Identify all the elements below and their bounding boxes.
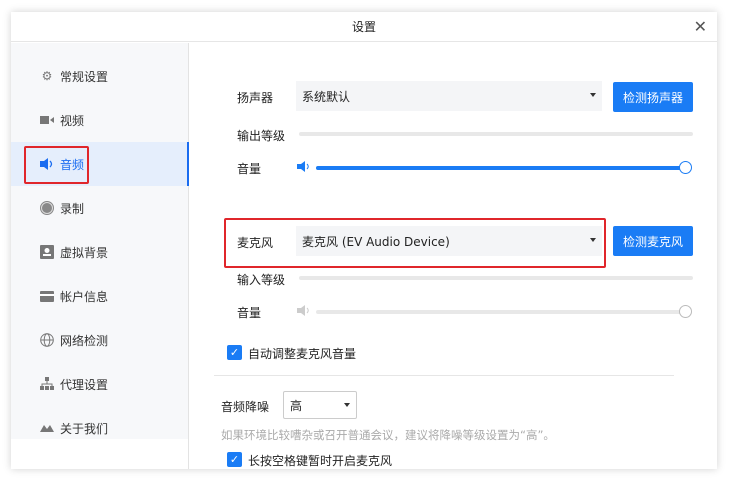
- mic-label: 麦克风: [237, 236, 274, 250]
- sidebar-item-label: 关于我们: [60, 421, 109, 436]
- speaker-label: 扬声器: [237, 91, 274, 105]
- noise-reduction-hint: 如果环境比较嘈杂或召开普通会议，建议将降噪等级设置为“高”。: [221, 428, 555, 442]
- noise-reduction-select[interactable]: 高: [283, 391, 357, 419]
- portrait-icon: [40, 245, 54, 259]
- card-icon: [40, 289, 54, 303]
- sidebar-item-account[interactable]: 帐户信息: [11, 274, 188, 318]
- gear-icon: ⚙: [41, 69, 53, 83]
- sidebar-item-virtual-background[interactable]: 虚拟背景: [11, 230, 188, 274]
- speaker-volume-icon: [297, 161, 311, 175]
- speaker-select-value: 系统默认: [302, 89, 351, 104]
- test-speaker-button[interactable]: 检测扬声器: [613, 82, 693, 112]
- mic-volume-label: 音量: [237, 306, 262, 320]
- sidebar-item-video[interactable]: 视频: [11, 98, 188, 142]
- sidebar-item-general[interactable]: ⚙ 常规设置: [11, 54, 188, 98]
- title-bar: 设置 ✕: [11, 12, 717, 42]
- speaker-volume-label: 音量: [237, 162, 262, 176]
- auto-adjust-checkbox[interactable]: ✓: [227, 345, 242, 360]
- mic-select-value: 麦克风 (EV Audio Device): [302, 234, 450, 249]
- chevron-down-icon: [344, 403, 350, 407]
- camera-icon: [40, 113, 54, 127]
- chevron-down-icon: [590, 93, 596, 97]
- audio-settings-panel: 扬声器 系统默认 检测扬声器 输出等级 音量 麦克风 麦克风 (EV Audio…: [190, 43, 717, 469]
- noise-reduction-value: 高: [290, 398, 303, 413]
- input-level-meter: [299, 276, 693, 280]
- push-to-talk-label: 长按空格键暂时开启麦克风: [248, 454, 393, 468]
- sidebar-item-audio[interactable]: 音频: [11, 142, 189, 186]
- output-level-label: 输出等级: [237, 129, 286, 143]
- speaker-volume-fill: [316, 166, 686, 170]
- speaker-volume-handle[interactable]: [679, 161, 692, 174]
- push-to-talk-checkbox[interactable]: ✓: [227, 452, 242, 467]
- sidebar-item-label: 代理设置: [60, 377, 109, 392]
- auto-adjust-label: 自动调整麦克风音量: [248, 347, 357, 361]
- sidebar-item-label: 视频: [60, 113, 85, 128]
- record-icon: [40, 201, 54, 215]
- mic-select[interactable]: 麦克风 (EV Audio Device): [296, 226, 602, 256]
- output-level-meter: [299, 132, 693, 136]
- sidebar-item-label: 网络检测: [60, 333, 109, 348]
- sidebar-item-label: 帐户信息: [60, 289, 109, 304]
- noise-reduction-label: 音频降噪: [221, 400, 270, 414]
- highlight-box: [24, 146, 89, 184]
- mic-volume-icon: [297, 305, 311, 319]
- sidebar: ⚙ 常规设置 视频 音频 录制 虚拟背景 帐户信息 网络检测 代理设置 关于我们: [11, 43, 189, 439]
- sidebar-item-label: 虚拟背景: [60, 245, 109, 260]
- network-icon: [40, 377, 54, 391]
- mic-volume-handle[interactable]: [679, 305, 692, 318]
- divider: [214, 375, 674, 376]
- window-title: 设置: [351, 20, 376, 34]
- chevron-down-icon: [590, 238, 596, 242]
- speaker-volume-slider[interactable]: [316, 161, 692, 174]
- sidebar-item-proxy[interactable]: 代理设置: [11, 362, 188, 406]
- sidebar-item-label: 录制: [60, 201, 85, 216]
- sidebar-item-label: 常规设置: [60, 69, 109, 84]
- close-icon[interactable]: ✕: [694, 12, 707, 42]
- logo-icon: [40, 421, 54, 435]
- settings-window: 设置 ✕ ⚙ 常规设置 视频 音频 录制 虚拟背景 帐户信息 网络检测 代理设置 …: [11, 12, 717, 469]
- sidebar-footer: [11, 439, 189, 469]
- sidebar-item-network[interactable]: 网络检测: [11, 318, 188, 362]
- speaker-select[interactable]: 系统默认: [296, 81, 602, 111]
- test-mic-button[interactable]: 检测麦克风: [613, 226, 693, 256]
- mic-volume-slider[interactable]: [316, 305, 692, 318]
- input-level-label: 输入等级: [237, 273, 286, 287]
- globe-icon: [40, 333, 54, 347]
- sidebar-item-record[interactable]: 录制: [11, 186, 188, 230]
